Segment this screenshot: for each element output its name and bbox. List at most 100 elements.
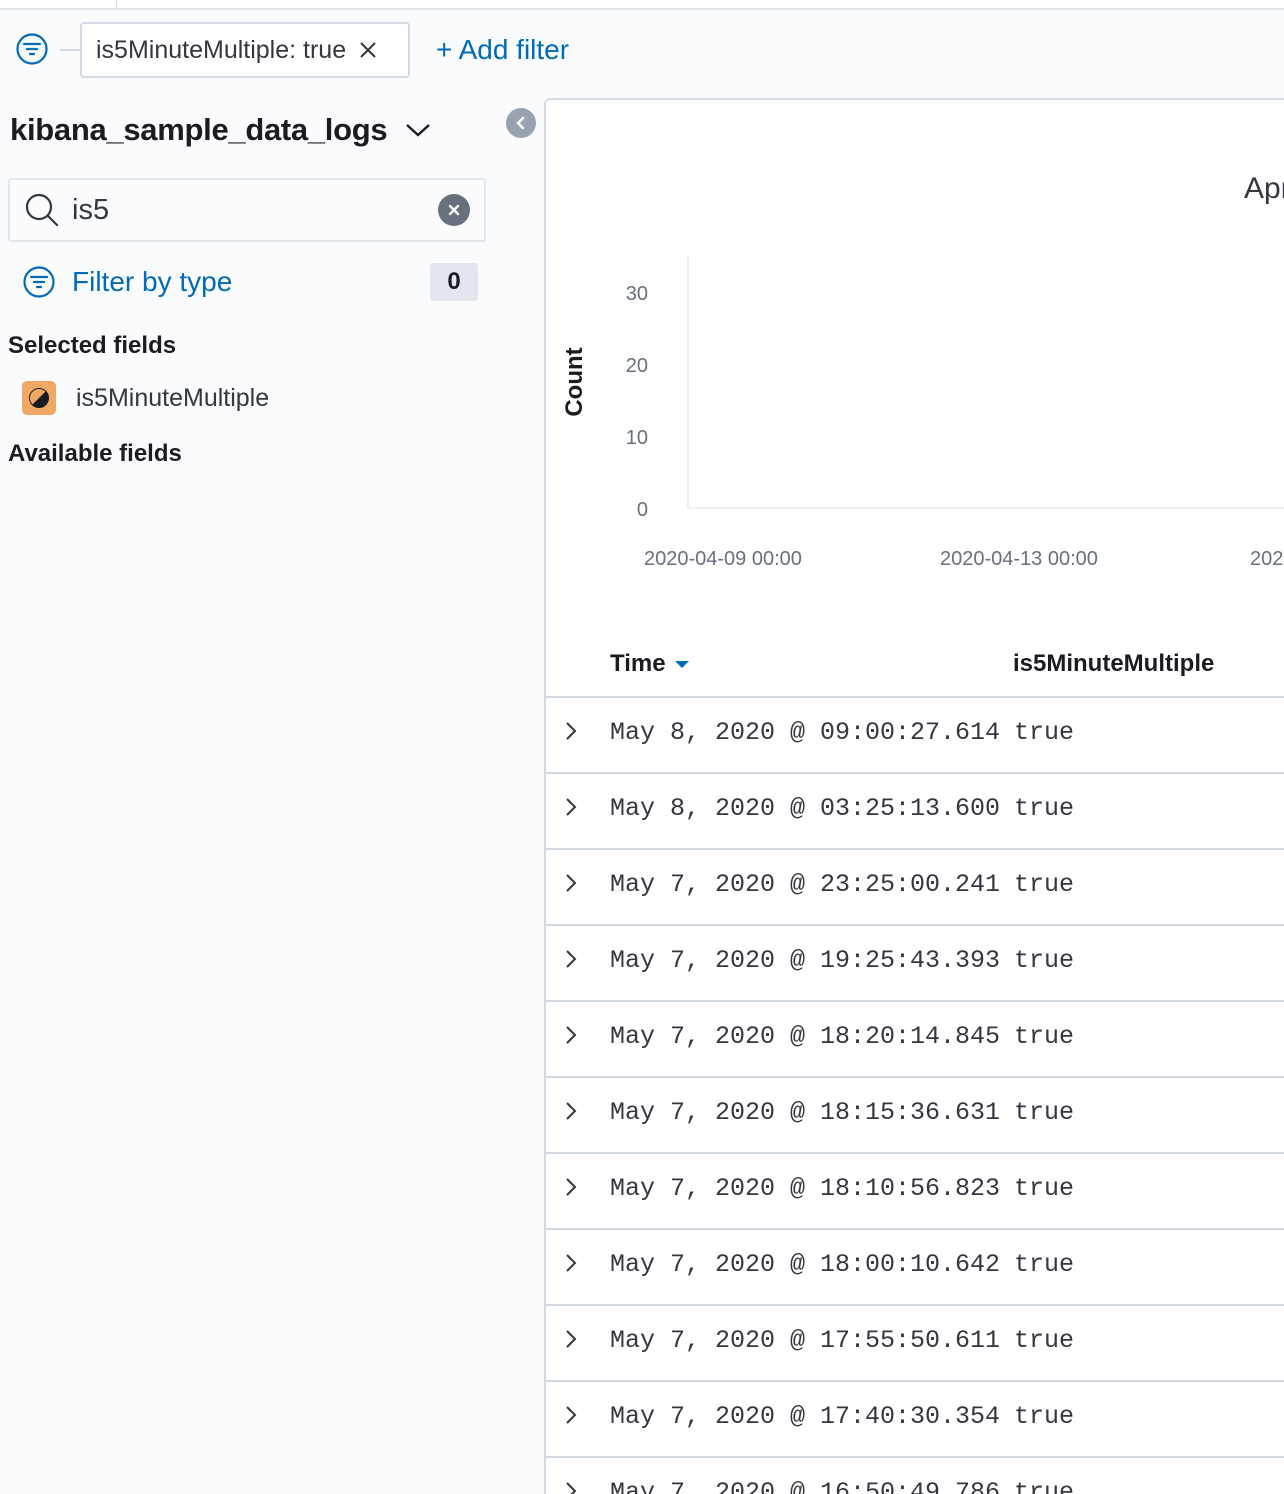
cell-is5minutemultiple: true <box>1014 1250 1075 1279</box>
index-pattern-name: kibana_sample_data_logs <box>10 112 388 147</box>
filter-by-type-label: Filter by type <box>72 266 233 297</box>
y-tick-label: 30 <box>626 283 648 305</box>
collapse-sidebar-button[interactable] <box>506 108 536 138</box>
table-row: May 7, 2020 @ 18:00:10.642 true <box>546 1230 1284 1306</box>
cell-is5minutemultiple: true <box>1014 1326 1075 1355</box>
chevron-right-icon <box>566 1178 577 1196</box>
close-icon <box>360 42 376 58</box>
expand-row-button[interactable] <box>558 1096 584 1126</box>
chart-title: Apr <box>1244 172 1284 205</box>
filter-icon <box>23 266 55 298</box>
cell-time: May 7, 2020 @ 16:50:49.786 <box>610 1478 1001 1494</box>
add-filter-button[interactable]: + Add filter <box>436 30 569 70</box>
table-row: May 7, 2020 @ 17:40:30.354 true <box>546 1382 1284 1458</box>
expand-row-button[interactable] <box>558 1400 584 1430</box>
clear-icon <box>448 204 460 216</box>
toolbar-divider <box>116 0 117 8</box>
field-search-input[interactable] <box>72 188 432 232</box>
cell-time: May 7, 2020 @ 17:40:30.354 <box>610 1402 1001 1431</box>
cell-is5minutemultiple: true <box>1014 718 1075 747</box>
y-tick-label: 0 <box>637 499 648 521</box>
boolean-token-icon <box>22 381 56 415</box>
table-row: May 7, 2020 @ 19:25:43.393 true <box>546 926 1284 1002</box>
filter-connector <box>60 49 80 51</box>
cell-time: May 7, 2020 @ 19:25:43.393 <box>610 946 1001 975</box>
cell-time: May 7, 2020 @ 17:55:50.611 <box>610 1326 1001 1355</box>
remove-filter-button[interactable] <box>356 38 380 62</box>
filter-by-type-button[interactable]: Filter by type 0 <box>22 262 482 302</box>
clear-search-button[interactable] <box>438 194 470 226</box>
search-icon <box>25 193 59 227</box>
table-row: May 7, 2020 @ 18:15:36.631 true <box>546 1078 1284 1154</box>
cell-time: May 7, 2020 @ 18:00:10.642 <box>610 1250 1001 1279</box>
table-row: May 7, 2020 @ 17:55:50.611 true <box>546 1306 1284 1382</box>
filter-count-badge: 0 <box>430 263 478 301</box>
expand-row-button[interactable] <box>558 716 584 746</box>
cell-is5minutemultiple: true <box>1014 1478 1075 1494</box>
table-body: May 8, 2020 @ 09:00:27.614 true May 8, 202… <box>546 698 1284 1494</box>
x-tick-label: 2020-04-09 00:00 <box>644 548 802 570</box>
expand-row-button[interactable] <box>558 944 584 974</box>
cell-is5minutemultiple: true <box>1014 870 1075 899</box>
table-row: May 8, 2020 @ 03:25:13.600 true <box>546 774 1284 850</box>
table-row: May 8, 2020 @ 09:00:27.614 true <box>546 698 1284 774</box>
cell-time: May 8, 2020 @ 09:00:27.614 <box>610 718 1001 747</box>
cell-time: May 7, 2020 @ 18:10:56.823 <box>610 1174 1001 1203</box>
cell-is5minutemultiple: true <box>1014 1022 1075 1051</box>
expand-row-button[interactable] <box>558 792 584 822</box>
index-pattern-selector[interactable]: kibana_sample_data_logs <box>10 106 431 154</box>
expand-row-button[interactable] <box>558 1020 584 1050</box>
table-row: May 7, 2020 @ 23:25:00.241 true <box>546 850 1284 926</box>
x-tick-label: 2020-04-13 00:00 <box>940 548 1098 570</box>
arrow-left-icon <box>516 116 525 130</box>
chevron-right-icon <box>566 798 577 816</box>
expand-row-button[interactable] <box>558 1476 584 1494</box>
x-tick-label: 2020 <box>1250 548 1284 570</box>
cell-is5minutemultiple: true <box>1014 1402 1075 1431</box>
cell-is5minutemultiple: true <box>1014 1098 1075 1127</box>
expand-row-button[interactable] <box>558 1172 584 1202</box>
column-header-time[interactable]: Time <box>610 650 690 678</box>
expand-row-button[interactable] <box>558 1324 584 1354</box>
chevron-right-icon <box>566 874 577 892</box>
filter-icon <box>16 33 48 65</box>
table-row: May 7, 2020 @ 18:20:14.845 true <box>546 1002 1284 1078</box>
filter-pill-label: is5MinuteMultiple: true <box>96 35 347 64</box>
cell-is5minutemultiple: true <box>1014 946 1075 975</box>
selected-fields-title: Selected fields <box>8 332 177 359</box>
chevron-right-icon <box>566 1026 577 1044</box>
cell-time: May 7, 2020 @ 18:20:14.845 <box>610 1022 1001 1051</box>
table-row: May 7, 2020 @ 18:10:56.823 true <box>546 1154 1284 1230</box>
cell-is5minutemultiple: true <box>1014 1174 1075 1203</box>
selected-field-item[interactable]: is5MinuteMultiple <box>22 378 502 418</box>
cell-is5minutemultiple: true <box>1014 794 1075 823</box>
expand-row-button[interactable] <box>558 1248 584 1278</box>
histogram-chart: Apr Count 0 10 20 30 2020-04-09 00:00 2020-04-1… <box>561 172 1284 570</box>
chevron-right-icon <box>566 1406 577 1424</box>
cell-time: May 7, 2020 @ 18:15:36.631 <box>610 1098 1001 1127</box>
chevron-right-icon <box>566 1482 577 1494</box>
sort-down-icon <box>674 661 689 668</box>
chevron-right-icon <box>566 950 577 968</box>
expand-row-button[interactable] <box>558 868 584 898</box>
chevron-down-icon <box>406 124 431 137</box>
column-header-is5minutemultiple[interactable]: is5MinuteMultiple <box>1013 650 1214 678</box>
y-tick-label: 20 <box>626 355 648 377</box>
chevron-right-icon <box>566 1254 577 1272</box>
available-fields-title: Available fields <box>8 440 182 467</box>
y-axis-label: Count <box>561 347 588 416</box>
cell-time: May 7, 2020 @ 23:25:00.241 <box>610 870 1001 899</box>
main-panel: Apr Count 0 10 20 30 2020-04-09 00:00 2020-04-1… <box>544 98 1284 1494</box>
filter-options-button[interactable] <box>14 31 50 67</box>
selected-field-name: is5MinuteMultiple <box>76 383 270 412</box>
table-row: May 7, 2020 @ 16:50:49.786 true <box>546 1458 1284 1494</box>
field-search-box <box>8 178 486 242</box>
chevron-right-icon <box>566 1330 577 1348</box>
y-tick-label: 10 <box>626 427 648 449</box>
chevron-right-icon <box>566 722 577 740</box>
top-toolbar-strip <box>0 0 1284 10</box>
table-header: Time is5MinuteMultiple <box>546 630 1284 698</box>
filter-pill[interactable]: is5MinuteMultiple: true <box>80 22 410 78</box>
cell-time: May 8, 2020 @ 03:25:13.600 <box>610 794 1001 823</box>
chevron-right-icon <box>566 1102 577 1120</box>
